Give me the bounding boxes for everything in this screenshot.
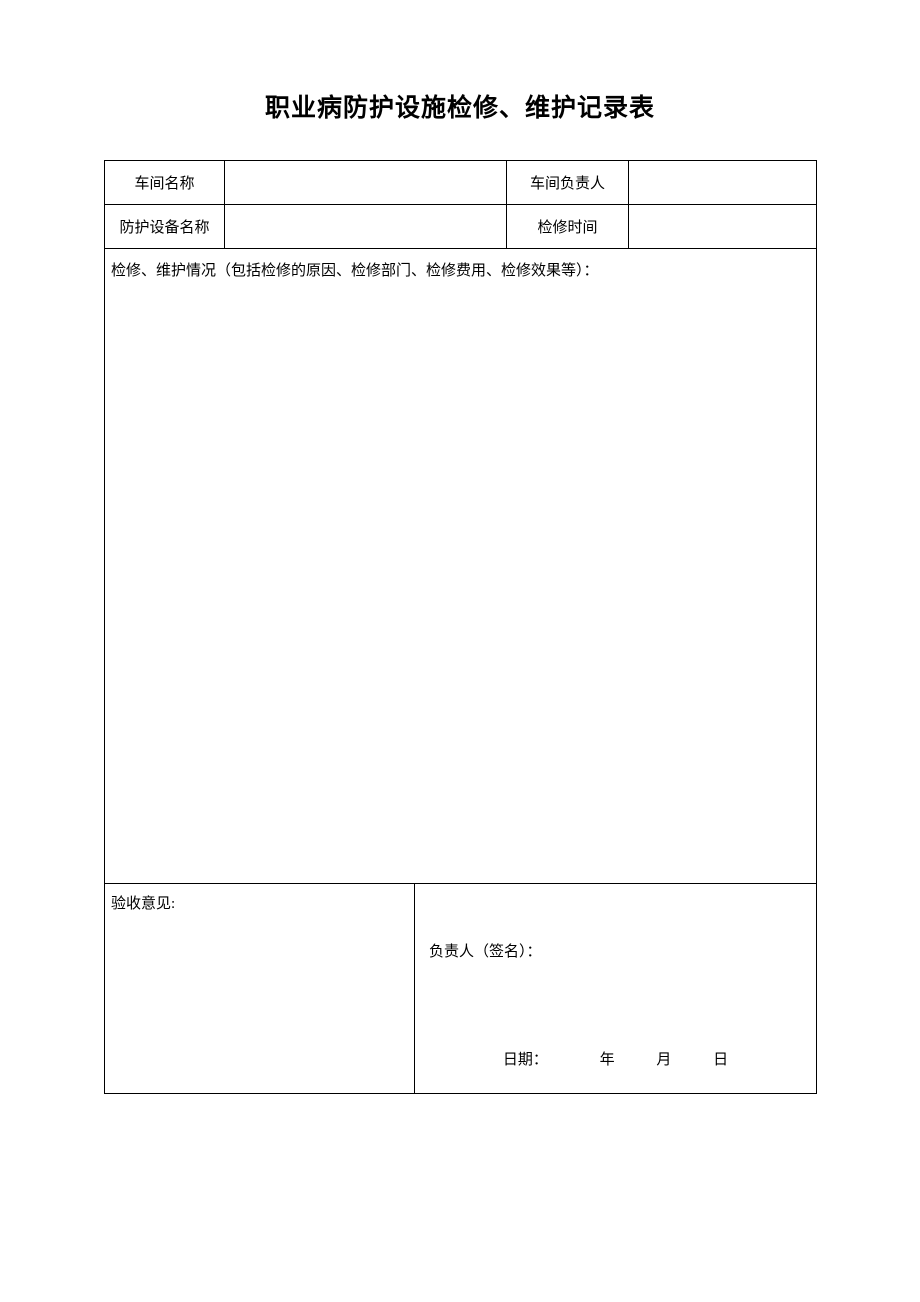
year-unit: 年 — [600, 1048, 615, 1069]
month-unit: 月 — [656, 1048, 671, 1069]
label-workshop-manager: 车间负责人 — [507, 161, 629, 205]
day-unit: 日 — [713, 1048, 728, 1069]
maintenance-details-cell[interactable]: 检修、维护情况（包括检修的原因、检修部门、检修费用、检修效果等）： — [105, 249, 817, 884]
signature-cell[interactable]: 负责人（签名）： 日期： 年 月 日 — [415, 884, 817, 1094]
value-repair-time[interactable] — [629, 205, 817, 249]
value-workshop-manager[interactable] — [629, 161, 817, 205]
page-title: 职业病防护设施检修、维护记录表 — [104, 88, 816, 124]
label-workshop-name: 车间名称 — [105, 161, 225, 205]
date-line: 日期： 年 月 日 — [415, 1048, 816, 1069]
acceptance-label: 验收意见: — [111, 896, 175, 912]
maintenance-details-label: 检修、维护情况（包括检修的原因、检修部门、检修费用、检修效果等）： — [111, 263, 599, 279]
date-label: 日期： — [503, 1048, 548, 1069]
label-repair-time: 检修时间 — [507, 205, 629, 249]
value-workshop-name[interactable] — [225, 161, 507, 205]
signature-label: 负责人（签名）： — [429, 940, 542, 961]
value-equipment-name[interactable] — [225, 205, 507, 249]
acceptance-cell[interactable]: 验收意见: — [105, 884, 415, 1094]
label-equipment-name: 防护设备名称 — [105, 205, 225, 249]
record-table: 车间名称 车间负责人 防护设备名称 检修时间 检修、维护情况（包括检修的原因、检… — [104, 160, 817, 1094]
